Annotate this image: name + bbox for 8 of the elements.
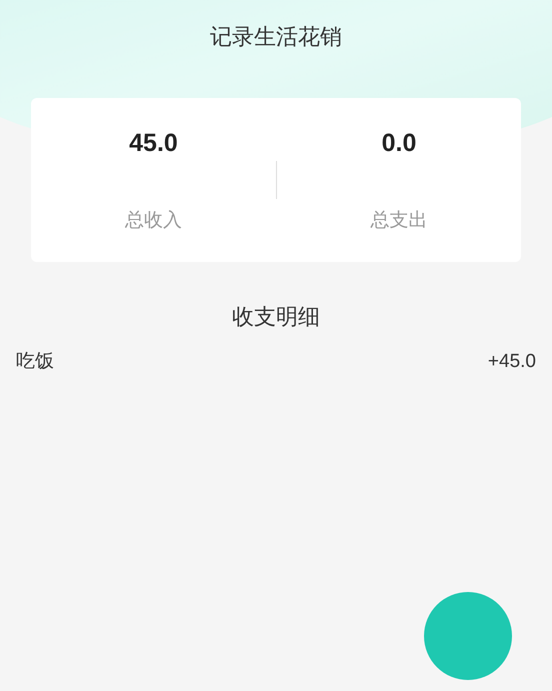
summary-value: 0.0 [382, 128, 416, 159]
record-name: 吃饭 [16, 350, 54, 374]
record-amount: +45.0 [488, 350, 536, 374]
summary-value: 45.0 [129, 128, 178, 159]
summary-label: 总收入 [125, 208, 182, 232]
summary-label: 总支出 [370, 208, 428, 232]
page-title: 记录生活花销 [210, 22, 342, 50]
section-title: 收支明细 [232, 303, 320, 331]
